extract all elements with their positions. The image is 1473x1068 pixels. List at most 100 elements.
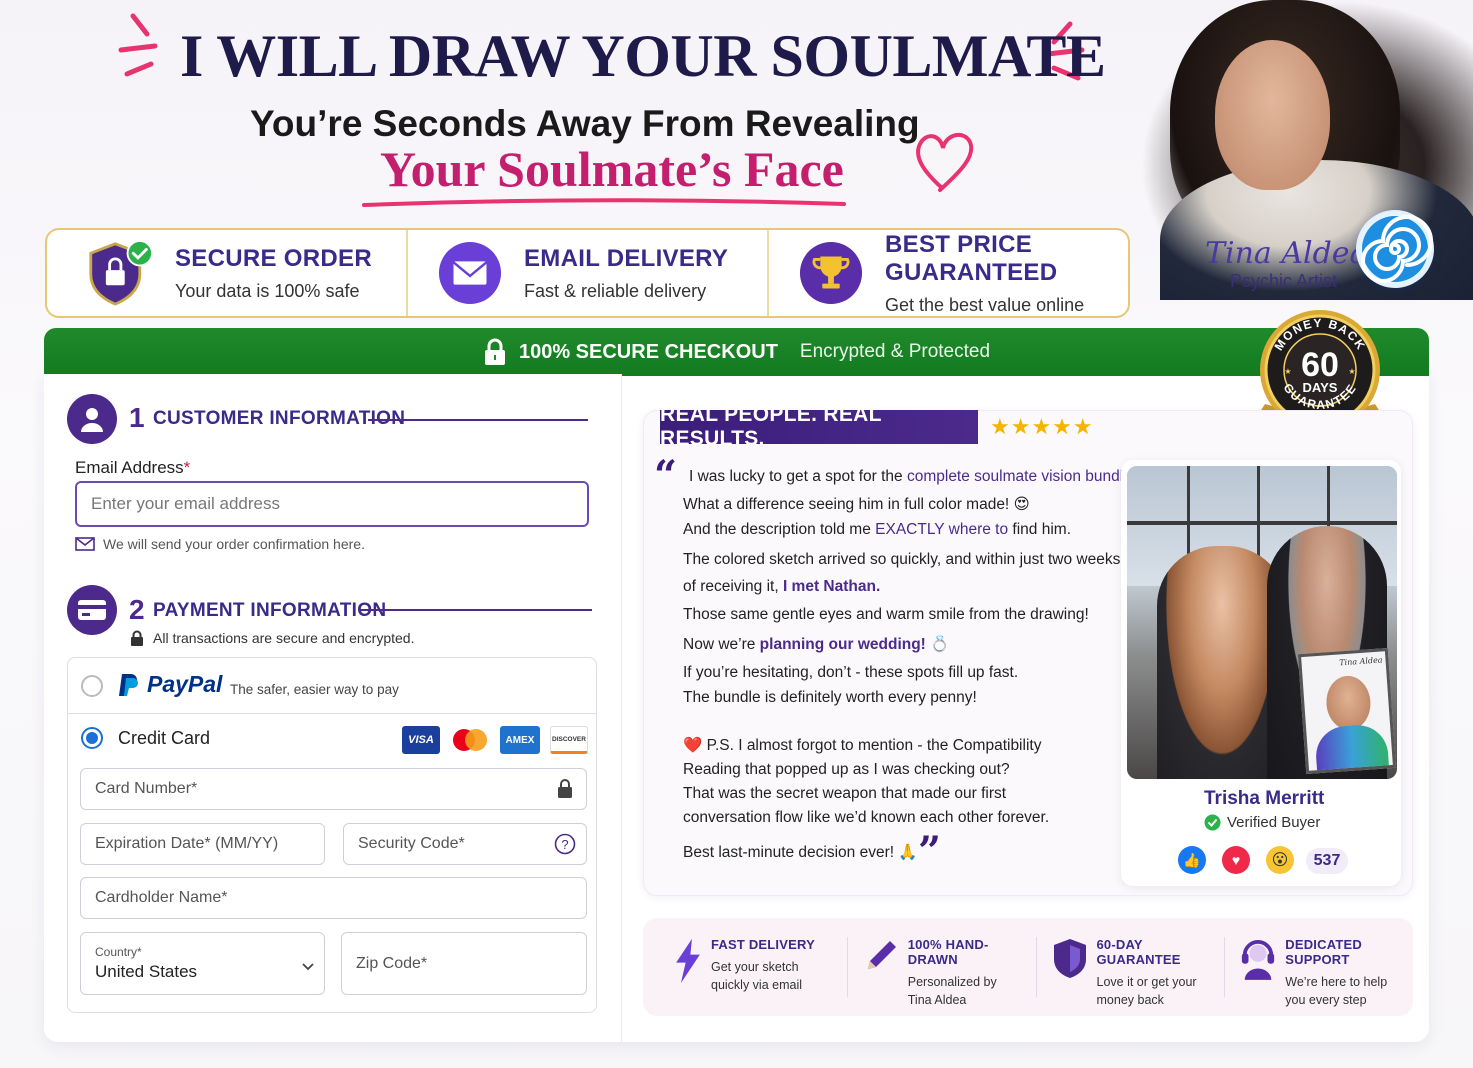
wow-reaction-icon[interactable]: 😮 — [1266, 846, 1294, 874]
trust-secure-order: SECURE ORDER Your data is 100% safe — [47, 230, 408, 316]
review-line: Reading that popped up as I was checking… — [683, 761, 1010, 778]
country-label: Country* — [95, 945, 142, 959]
spiral-logo-icon — [1356, 210, 1434, 288]
mail-outline-icon — [75, 537, 95, 551]
section-divider — [368, 419, 588, 421]
trust-subtitle: Fast & reliable delivery — [524, 280, 707, 301]
cardholder-name-input[interactable]: Cardholder Name* — [80, 877, 587, 919]
review-line: I was lucky to get a spot for the comple… — [689, 468, 1137, 485]
email-label: Email Address* — [75, 458, 191, 477]
review-line: ❤️ P.S. I almost forgot to mention - the… — [683, 737, 1042, 754]
payment-step-badge — [67, 585, 117, 635]
review-line: Best last-minute decision ever! 🙏 — [683, 844, 918, 861]
pencil-icon — [867, 941, 896, 969]
paypal-option[interactable]: PayPal The safer, easier way to pay — [68, 658, 596, 714]
help-icon[interactable]: ? — [554, 833, 576, 855]
trust-best-price: BEST PRICE GUARANTEED Get the best value… — [769, 230, 1128, 316]
svg-text:?: ? — [561, 837, 568, 852]
credit-card-radio[interactable] — [81, 727, 103, 749]
security-code-input[interactable]: Security Code* ? — [343, 823, 587, 865]
review-line: The bundle is definitely worth every pen… — [683, 689, 977, 706]
review-line: And the description told me EXACTLY wher… — [683, 521, 1071, 538]
country-select[interactable]: Country* United States — [80, 932, 325, 995]
underline-stroke-icon — [362, 198, 846, 207]
trust-title: BEST PRICE GUARANTEED — [885, 230, 1058, 286]
reviewer-name: Trisha Merritt — [1204, 788, 1325, 809]
review-line: What a difference seeing him in full col… — [683, 496, 1030, 513]
sparkle-left-icon — [118, 13, 158, 77]
credit-card-icon — [78, 600, 106, 620]
zip-code-input[interactable]: Zip Code* — [341, 932, 587, 995]
email-hint: We will send your order confirmation her… — [75, 536, 365, 552]
secure-checkout-label: 100% SECURE CHECKOUT — [518, 340, 778, 363]
shield-lock-icon — [89, 240, 153, 306]
review-line: Now we’re planning our wedding! 💍 — [683, 636, 950, 653]
svg-text:60: 60 — [1301, 346, 1339, 384]
verified-buyer-badge: Verified Buyer — [1204, 814, 1320, 831]
lock-icon — [484, 338, 505, 365]
review-line: of receiving it, I met Nathan. — [683, 578, 881, 595]
heart-doodle-icon — [916, 132, 974, 192]
customer-step-number: 1 — [129, 402, 145, 433]
payment-secure-note: All transactions are secure and encrypte… — [130, 630, 414, 646]
shield-icon — [1053, 939, 1086, 978]
review-line: If you’re hesitating, don’t - these spot… — [683, 664, 1019, 681]
review-line: Those same gentle eyes and warm smile fr… — [683, 606, 1089, 623]
credit-card-label: Credit Card — [118, 728, 211, 748]
secure-checkout-sub: Encrypted & Protected — [799, 341, 991, 362]
amex-logo-icon: AMEX — [500, 726, 540, 754]
features-strip: FAST DELIVERY Get your sketch quickly via… — [643, 918, 1413, 1016]
lock-icon — [558, 779, 572, 798]
review-line: That was the secret weapon that made our… — [683, 785, 1007, 802]
trust-email-delivery: EMAIL DELIVERY Fast & reliable delivery — [408, 230, 769, 316]
close-quote-icon: ” — [918, 828, 942, 875]
subheadline: You’re Seconds Away From Revealing — [250, 103, 920, 144]
visa-logo-icon: VISA — [402, 726, 440, 754]
reaction-count: 537 — [1306, 848, 1348, 874]
love-reaction-icon[interactable]: ♥ — [1222, 846, 1250, 874]
payment-step-number: 2 — [129, 594, 145, 625]
review-line: The colored sketch arrived so quickly, a… — [683, 551, 1121, 568]
user-icon — [81, 408, 103, 432]
trophy-icon — [799, 241, 863, 305]
paypal-name: PayPal — [147, 671, 223, 697]
lock-icon — [131, 630, 143, 646]
artist-signature: Tina Aldea — [1205, 236, 1368, 271]
feature-support: DEDICATED SUPPORT We’re here to help you … — [1225, 937, 1413, 1007]
paypal-radio[interactable] — [81, 675, 103, 697]
check-circle-icon — [1204, 814, 1221, 831]
discover-logo-icon: DISCOVER — [550, 726, 588, 754]
trust-subtitle: Get the best value online — [885, 294, 1085, 315]
open-quote-icon: “ — [654, 452, 678, 499]
paypal-logo-icon — [119, 674, 138, 696]
trust-bar: SECURE ORDER Your data is 100% safe EMAI… — [45, 228, 1130, 318]
email-input[interactable]: Enter your email address — [75, 481, 589, 527]
sketch-signature: Tina Aldea — [1338, 655, 1383, 668]
svg-text:DAYS: DAYS — [1303, 380, 1338, 395]
testimonial-ribbon: REAL PEOPLE. REAL RESULTS. — [660, 403, 978, 450]
trust-title: EMAIL DELIVERY — [524, 244, 729, 272]
section-divider — [359, 609, 592, 611]
subheadline-highlight: Your Soulmate’s Face — [380, 141, 844, 197]
card-number-input[interactable]: Card Number* — [80, 768, 587, 810]
trust-subtitle: Your data is 100% safe — [175, 280, 360, 301]
reviewer-photo: Tina Aldea — [1127, 466, 1397, 779]
mastercard-logo-icon — [450, 726, 490, 754]
feature-guarantee: 60-DAY GUARANTEE Love it or get your mone… — [1037, 937, 1226, 1007]
lightning-icon — [676, 938, 700, 984]
headset-icon — [1242, 940, 1275, 980]
rating-stars: ★★★★★ — [990, 414, 1094, 439]
trust-title: SECURE ORDER — [175, 244, 372, 272]
feature-fast-delivery: FAST DELIVERY Get your sketch quickly via… — [643, 937, 848, 997]
chevron-down-icon — [302, 963, 314, 971]
review-line: conversation flow like we’d known each o… — [683, 809, 1050, 826]
customer-step-badge — [67, 394, 117, 444]
payment-section-title: PAYMENT INFORMATION — [153, 600, 387, 621]
expiration-date-input[interactable]: Expiration Date* (MM/YY) — [80, 823, 325, 865]
feature-hand-drawn: 100% HAND-DRAWN Personalized by Tina Alde… — [848, 937, 1037, 1007]
svg-text:★: ★ — [1284, 367, 1291, 376]
artist-role: Psychic Artist — [1230, 271, 1338, 291]
secure-checkout-bar: 100% SECURE CHECKOUT Encrypted & Protect… — [44, 328, 1429, 376]
paypal-tagline: The safer, easier way to pay — [230, 682, 399, 697]
like-reaction-icon[interactable]: 👍 — [1178, 846, 1206, 874]
